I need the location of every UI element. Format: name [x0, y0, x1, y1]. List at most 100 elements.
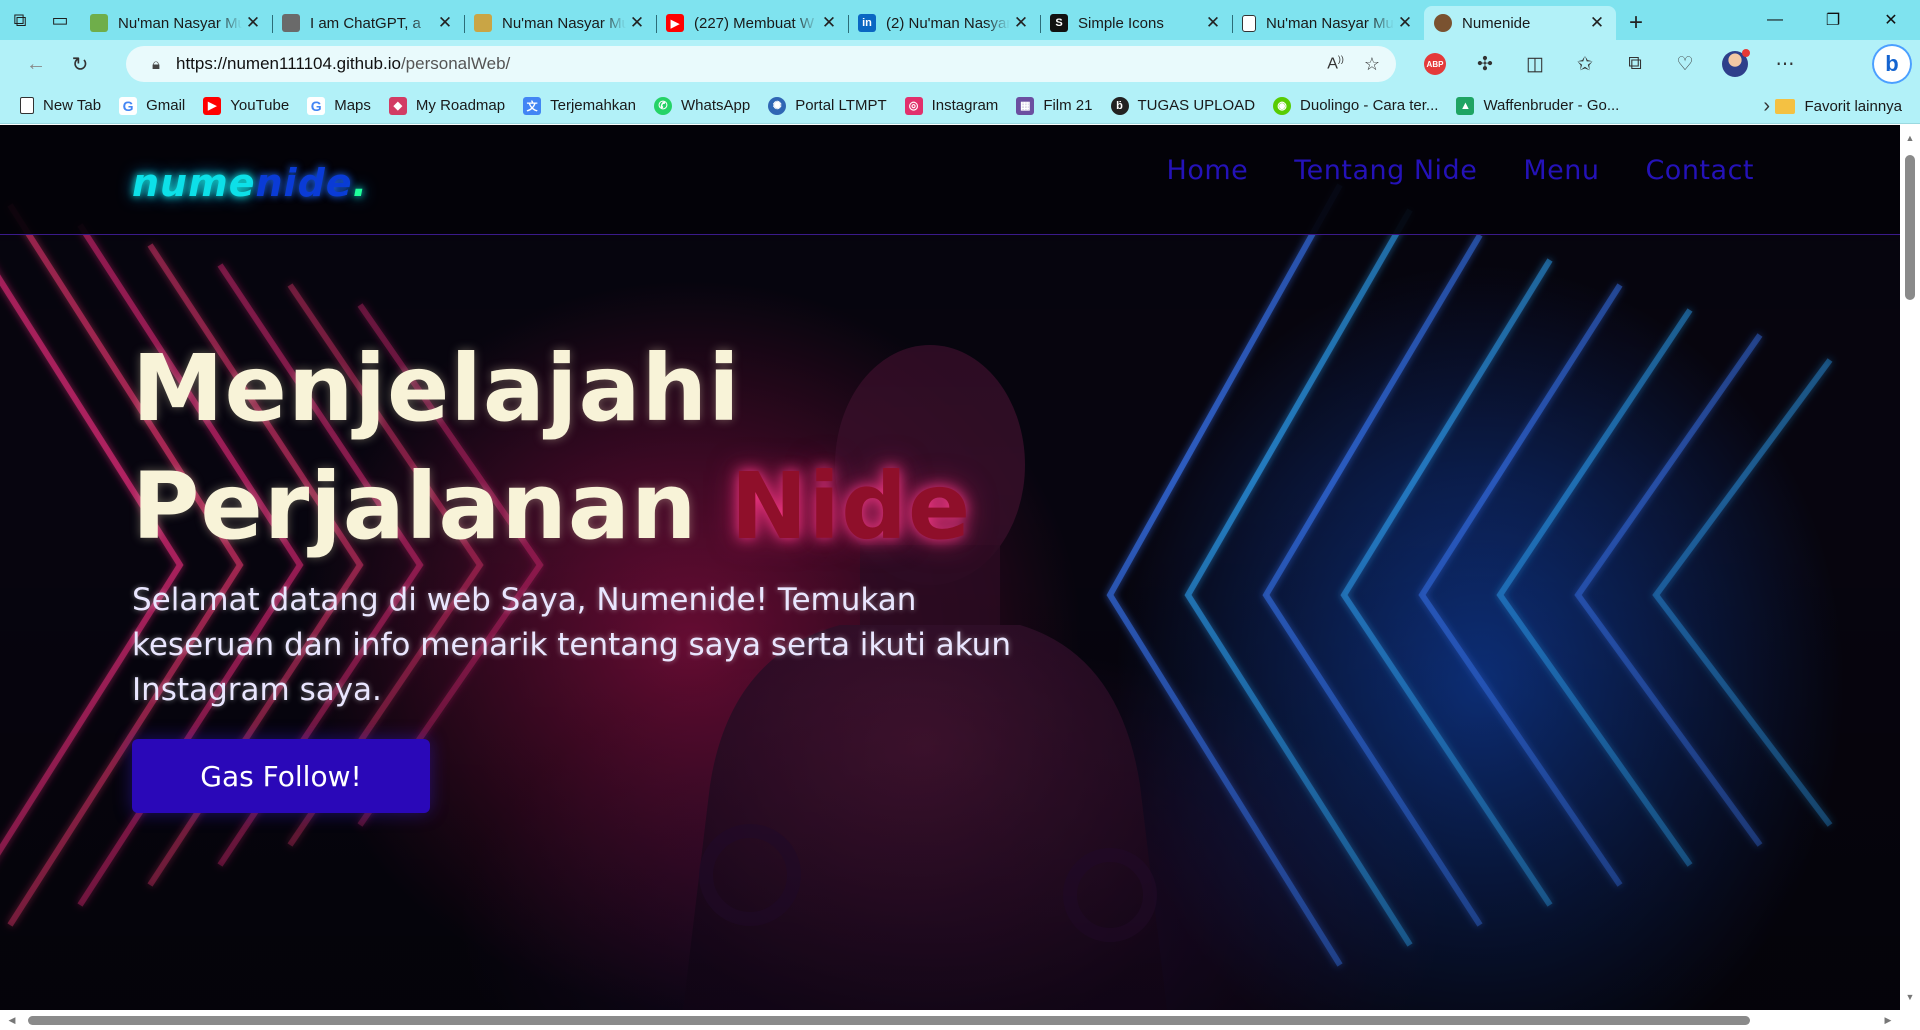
bookmark-item[interactable]: G Gmail — [119, 91, 195, 121]
split-screen-icon[interactable]: ◫ — [1510, 40, 1560, 88]
bookmark-item[interactable]: G Maps — [307, 91, 381, 121]
vertical-scroll-thumb[interactable] — [1905, 155, 1915, 300]
minimize-icon[interactable]: — — [1746, 0, 1804, 40]
bookmark-item[interactable]: ◉ Duolingo - Cara ter... — [1273, 91, 1448, 121]
upload-icon: ḃ — [1110, 96, 1129, 115]
bookmark-item[interactable]: ḃ TUGAS UPLOAD — [1110, 91, 1266, 121]
avatar-icon — [1434, 14, 1452, 32]
refresh-icon[interactable]: ↻ — [58, 46, 102, 82]
browser-tab[interactable]: I am ChatGPT, a ✕ — [272, 6, 464, 40]
tab-close-icon[interactable]: ✕ — [434, 13, 456, 33]
extensions-puzzle-icon[interactable]: ✣ — [1460, 40, 1510, 88]
other-favorites-folder[interactable]: Favorit lainnya — [1775, 88, 1902, 124]
workspaces-icon[interactable]: ⧉ — [0, 0, 40, 40]
more-menu-icon[interactable]: ⋯ — [1760, 40, 1810, 88]
bookmark-label: New Tab — [43, 97, 102, 114]
nav-link-menu[interactable]: Menu — [1523, 155, 1599, 186]
bookmark-label: WhatsApp — [681, 97, 751, 114]
favorites-icon[interactable]: ✩ — [1560, 40, 1610, 88]
bookmark-item[interactable]: New Tab — [20, 91, 111, 121]
scroll-left-arrow-icon[interactable]: ◀ — [4, 1010, 20, 1030]
hero-title-accent: Nide — [730, 453, 972, 560]
horizontal-scrollbar[interactable]: ◀ ▶ — [0, 1010, 1920, 1030]
bookmark-label: My Roadmap — [415, 97, 506, 114]
url-host: https://numen111104.github.io — [176, 54, 401, 73]
ltmpt-icon: ✺ — [768, 96, 787, 115]
adblock-plus-icon[interactable]: ABP — [1410, 40, 1460, 88]
bookmark-item[interactable]: 文 Terjemahkan — [523, 91, 646, 121]
url-path: /personalWeb/ — [400, 54, 511, 73]
browser-tab[interactable]: Nu'man Nasyar Mubarak✕ — [1232, 6, 1424, 40]
tab-close-icon[interactable]: ✕ — [242, 13, 264, 33]
bookmarks-overflow-chevron-icon[interactable]: › — [1763, 88, 1770, 124]
bing-copilot-icon[interactable]: b — [1872, 44, 1912, 84]
tab-close-icon[interactable]: ✕ — [1010, 13, 1032, 33]
logo-dot: . — [352, 161, 368, 205]
scroll-down-arrow-icon[interactable]: ▼ — [1900, 988, 1920, 1006]
instagram-icon: ◎ — [904, 96, 923, 115]
site-header: numenide. Home Tentang Nide Menu Contact — [0, 125, 1900, 235]
tab-title: (2) Nu'man Nasyar — [886, 14, 1010, 32]
browser-tab[interactable]: ▶ (227) Membuat W ✕ — [656, 6, 848, 40]
browser-essentials-icon[interactable]: ♡ — [1660, 40, 1710, 88]
page-viewport: numenide. Home Tentang Nide Menu Contact… — [0, 125, 1900, 1010]
bookmark-item[interactable]: ◆ My Roadmap — [388, 91, 515, 121]
tab-close-icon[interactable]: ✕ — [1586, 13, 1608, 33]
openai-icon — [282, 14, 300, 32]
address-bar[interactable]: 🔒︎ https://numen111104.github.io/persona… — [126, 46, 1396, 82]
collections-icon[interactable]: ⧉ — [1610, 40, 1660, 88]
bookmark-item[interactable]: ✆ WhatsApp — [654, 91, 760, 121]
tab-title: I am ChatGPT, a — [310, 14, 421, 32]
bookmark-item[interactable]: ▦ Film 21 — [1016, 91, 1102, 121]
browser-tab[interactable]: Numenide ✕ — [1424, 6, 1616, 40]
url-text[interactable]: https://numen111104.github.io/personalWe… — [176, 54, 510, 74]
browser-tab[interactable]: in (2) Nu'man Nasyar ✕ — [848, 6, 1040, 40]
roadmap-icon: ◆ — [388, 96, 407, 115]
tab-strip: ⧉ ▭ Nu'man Nasyar Mubarak✕I am ChatGPT, … — [0, 0, 1920, 40]
tab-close-icon[interactable]: ✕ — [626, 13, 648, 33]
nav-link-home[interactable]: Home — [1167, 155, 1249, 186]
horizontal-scroll-thumb[interactable] — [28, 1016, 1750, 1025]
page-icon — [1242, 14, 1256, 32]
browser-tab[interactable]: S Simple Icons ✕ — [1040, 6, 1232, 40]
tab-close-icon[interactable]: ✕ — [818, 13, 840, 33]
page-icon — [20, 97, 34, 114]
tab-close-icon[interactable]: ✕ — [1202, 13, 1224, 33]
bookmark-item[interactable]: ◎ Instagram — [904, 91, 1009, 121]
site-nav-links: Home Tentang Nide Menu Contact — [1167, 155, 1754, 186]
nav-link-contact[interactable]: Contact — [1645, 155, 1754, 186]
tab-list: Nu'man Nasyar Mubarak✕I am ChatGPT, a✕Nu… — [80, 0, 1616, 40]
bookmark-item[interactable]: ▲ Waffenbruder - Go... — [1456, 91, 1629, 121]
profile-avatar-icon[interactable] — [1710, 40, 1760, 88]
favorite-star-icon[interactable]: ☆ — [1364, 54, 1380, 75]
nav-link-tentang-nide[interactable]: Tentang Nide — [1294, 155, 1477, 186]
lock-icon[interactable]: 🔒︎ — [136, 56, 176, 73]
bookmark-item[interactable]: ✺ Portal LTMPT — [768, 91, 896, 121]
bookmark-label: YouTube — [230, 97, 290, 114]
tab-close-icon[interactable]: ✕ — [1394, 13, 1416, 33]
bookmark-label: Maps — [334, 97, 371, 114]
browser-tab[interactable]: Nu'man Nasyar Mubarak✕ — [464, 6, 656, 40]
browser-tab[interactable]: Nu'man Nasyar Mubarak✕ — [80, 6, 272, 40]
follow-button[interactable]: Gas Follow! — [132, 739, 430, 813]
back-arrow-icon[interactable]: ← — [14, 46, 58, 82]
read-aloud-icon[interactable]: A)) — [1327, 54, 1344, 73]
scroll-right-arrow-icon[interactable]: ▶ — [1880, 1010, 1896, 1030]
bookmark-label: Terjemahkan — [550, 97, 636, 114]
youtube-icon: ▶ — [203, 96, 222, 115]
hero-title-line2: Perjalanan — [132, 453, 731, 560]
logo-text-part1: nume — [132, 161, 256, 205]
vertical-scrollbar[interactable]: ▲ ▼ — [1900, 125, 1920, 1010]
simpleicons-icon: S — [1050, 14, 1068, 32]
bamboo-icon — [474, 14, 492, 32]
close-window-icon[interactable]: ✕ — [1862, 0, 1920, 40]
site-logo[interactable]: numenide. — [132, 161, 368, 205]
tab-actions-icon[interactable]: ▭ — [40, 0, 80, 40]
bookmark-item[interactable]: ▶ YouTube — [203, 91, 299, 121]
linkedin-icon: in — [858, 14, 876, 32]
scroll-up-arrow-icon[interactable]: ▲ — [1900, 129, 1920, 147]
restore-icon[interactable]: ❐ — [1804, 0, 1862, 40]
bookmark-label: Film 21 — [1043, 97, 1093, 114]
new-tab-button[interactable]: + — [1616, 6, 1656, 40]
youtube-icon: ▶ — [666, 14, 684, 32]
